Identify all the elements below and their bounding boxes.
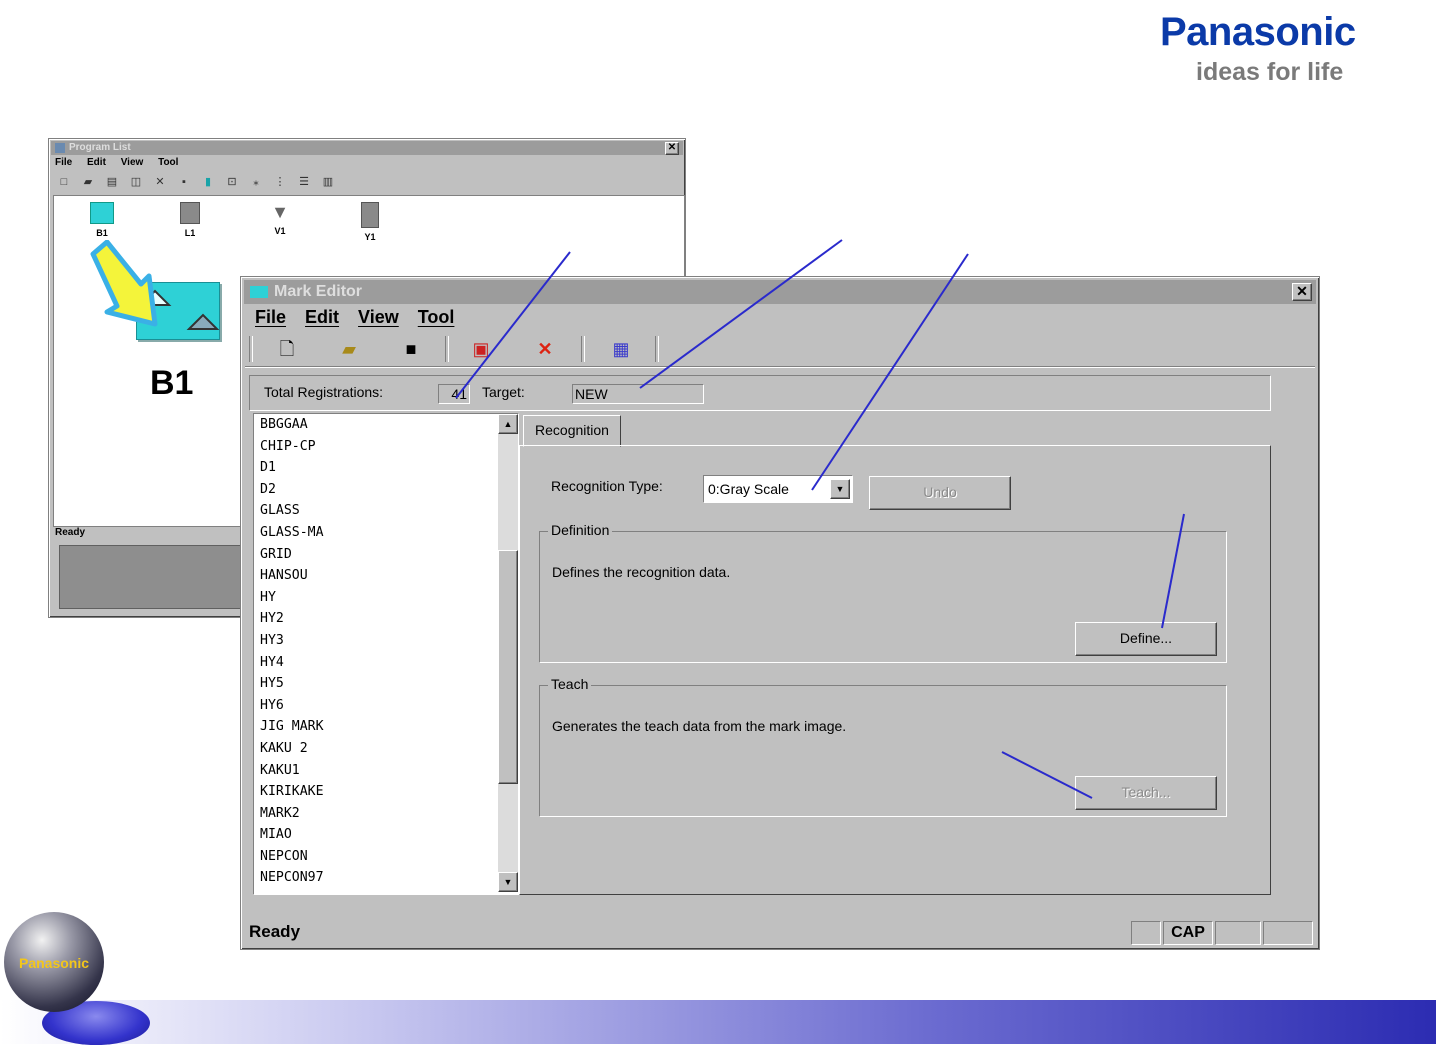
callout-line [639, 239, 843, 389]
footer-gradient-band [0, 1000, 1436, 1044]
callout-line [1161, 513, 1185, 629]
globe-brand-text: Panasonic [18, 955, 90, 971]
callout-line [455, 251, 571, 399]
annotation-lines [455, 239, 1185, 799]
callout-line [811, 253, 969, 491]
callout-line [1001, 751, 1093, 799]
